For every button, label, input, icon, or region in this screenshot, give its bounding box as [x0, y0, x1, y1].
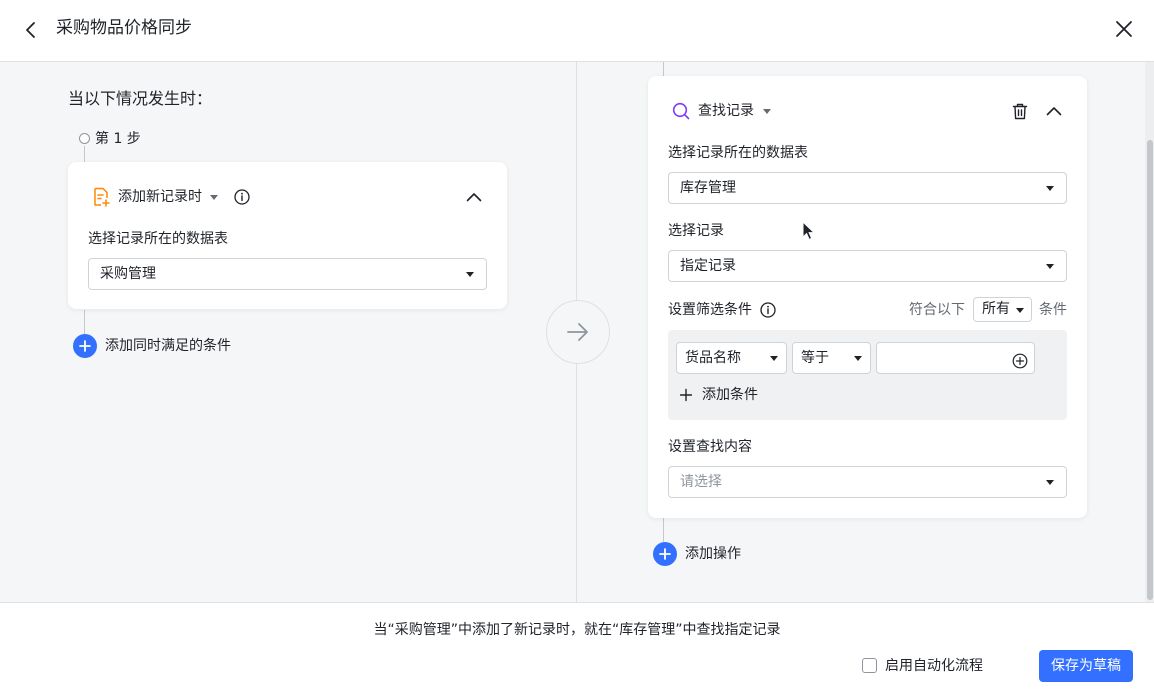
filter-operator-value: 等于: [801, 350, 829, 366]
chevron-up-icon[interactable]: [1045, 102, 1063, 120]
match-mode-value: 所有: [982, 301, 1010, 317]
footer-bar: [0, 602, 1154, 700]
add-action-button[interactable]: 添加操作: [653, 542, 741, 566]
close-icon: [1116, 21, 1132, 37]
match-prefix: 符合以下: [909, 302, 965, 318]
flow-summary: 当“采购管理”中添加了新记录时，就在“库存管理”中查找指定记录: [373, 622, 781, 638]
chevron-left-icon: [26, 22, 35, 38]
close-button[interactable]: [1110, 15, 1138, 43]
plus-circle-icon[interactable]: [1012, 350, 1028, 369]
record-label: 选择记录: [668, 223, 724, 239]
add-record-icon: [92, 187, 110, 207]
chevron-down-icon: [1046, 186, 1054, 191]
add-action-label: 添加操作: [685, 546, 741, 562]
filter-value-input[interactable]: [876, 342, 1035, 374]
chevron-down-icon: [854, 356, 862, 361]
timeline-connector: [663, 62, 664, 76]
timeline-connector: [84, 310, 85, 334]
find-content-label: 设置查找内容: [668, 439, 752, 455]
trigger-table-label: 选择记录所在的数据表: [88, 231, 228, 247]
enable-automation-checkbox[interactable]: [862, 658, 877, 673]
trash-icon[interactable]: [1011, 102, 1029, 120]
flow-arrow: [546, 300, 610, 364]
chevron-down-icon: [1046, 480, 1054, 485]
action-type-label[interactable]: 查找记录: [698, 101, 754, 121]
trigger-card: 添加新记录时 选择记录所在的数据表 采购管理: [68, 162, 507, 309]
add-trigger-condition-label: 添加同时满足的条件: [105, 338, 231, 354]
scrollbar-thumb[interactable]: [1147, 140, 1153, 600]
timeline-connector: [84, 146, 85, 162]
match-suffix: 条件: [1039, 302, 1067, 318]
enable-automation-label[interactable]: 启用自动化流程: [885, 656, 983, 676]
plus-circle-icon: [653, 542, 677, 566]
trigger-table-select[interactable]: 采购管理: [88, 258, 487, 290]
chevron-up-icon[interactable]: [465, 188, 483, 206]
chevron-down-icon: [1016, 308, 1024, 313]
chevron-down-icon: [770, 356, 778, 361]
step-label: 第 1 步: [95, 131, 141, 147]
add-filter-button[interactable]: 添加条件: [702, 385, 758, 405]
filter-operator-select[interactable]: 等于: [792, 342, 871, 374]
save-draft-button[interactable]: 保存为草稿: [1039, 650, 1133, 682]
chevron-down-icon[interactable]: [210, 195, 218, 200]
page-title: 采购物品价格同步: [56, 18, 192, 38]
plus-icon: [679, 388, 693, 402]
info-icon[interactable]: [233, 188, 251, 206]
record-select[interactable]: 指定记录: [668, 250, 1067, 282]
filter-field-select[interactable]: 货品名称: [676, 342, 787, 374]
trigger-type-label[interactable]: 添加新记录时: [118, 187, 202, 207]
action-table-label: 选择记录所在的数据表: [668, 145, 808, 161]
record-value: 指定记录: [680, 258, 736, 274]
trigger-section-title: 当以下情况发生时：: [68, 89, 213, 108]
page-header: 采购物品价格同步: [0, 0, 1154, 62]
action-table-value: 库存管理: [680, 180, 736, 196]
plus-circle-icon: [73, 334, 97, 358]
mouse-cursor-icon: [802, 221, 816, 241]
step-marker: [79, 133, 90, 144]
back-button[interactable]: [18, 17, 44, 43]
find-content-placeholder: 请选择: [680, 474, 722, 490]
add-trigger-condition-button[interactable]: 添加同时满足的条件: [73, 334, 231, 358]
action-table-select[interactable]: 库存管理: [668, 172, 1067, 204]
match-mode-select[interactable]: 所有: [973, 297, 1032, 322]
timeline-connector: [663, 518, 664, 542]
trigger-table-value: 采购管理: [100, 266, 156, 282]
find-content-select[interactable]: 请选择: [668, 466, 1067, 498]
filter-label: 设置筛选条件: [668, 302, 752, 318]
info-icon[interactable]: [759, 301, 777, 319]
search-icon: [672, 101, 690, 121]
chevron-down-icon: [1046, 264, 1054, 269]
arrow-right-icon: [567, 323, 588, 341]
chevron-down-icon: [466, 272, 474, 277]
filter-field-value: 货品名称: [685, 350, 741, 366]
chevron-down-icon[interactable]: [763, 109, 771, 114]
